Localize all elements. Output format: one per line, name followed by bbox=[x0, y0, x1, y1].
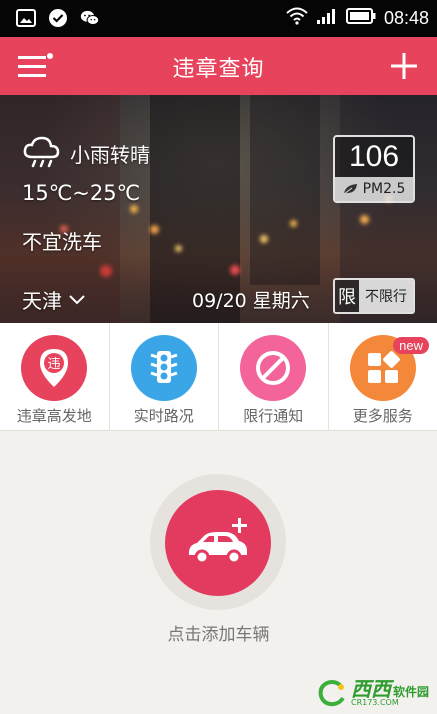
aqi-value: 106 bbox=[335, 137, 413, 177]
background-light bbox=[130, 205, 138, 213]
service-label: 更多服务 bbox=[352, 407, 413, 425]
clock: 08:48 bbox=[383, 8, 429, 28]
signal-icon bbox=[316, 7, 338, 29]
background-light bbox=[230, 265, 240, 275]
weather-condition-row: 小雨转晴 bbox=[22, 135, 150, 171]
weather-condition: 小雨转晴 bbox=[70, 142, 150, 167]
weather-panel: 小雨转晴 15℃~25℃ 不宜洗车 106 PM2.5 天津 09/20 星期六… bbox=[0, 95, 437, 323]
service-restriction-notice[interactable]: 限行通知 bbox=[219, 323, 329, 430]
watermark-main: 西西 bbox=[350, 677, 391, 701]
add-car-label: 点击添加车辆 bbox=[167, 625, 270, 645]
city-selector[interactable]: 天津 bbox=[22, 285, 86, 314]
background-building bbox=[250, 95, 320, 285]
add-button[interactable] bbox=[389, 51, 419, 81]
page-title: 违章查询 bbox=[172, 57, 265, 82]
city-name: 天津 bbox=[22, 289, 62, 313]
no-entry-icon bbox=[240, 335, 307, 401]
rain-cloud-icon bbox=[23, 136, 60, 168]
chevron-down-icon bbox=[69, 294, 85, 304]
background-light bbox=[290, 220, 297, 227]
background-light bbox=[175, 245, 182, 252]
service-realtime-traffic[interactable]: 实时路况 bbox=[110, 323, 219, 430]
date-label: 09/20 星期六 bbox=[192, 290, 310, 312]
watermark-text: 西西 软件园 CR173.COM bbox=[351, 679, 429, 707]
add-car-button[interactable] bbox=[165, 490, 271, 596]
limit-status: 不限行 bbox=[359, 280, 413, 312]
aqi-label-row: PM2.5 bbox=[335, 177, 413, 201]
background-light bbox=[100, 265, 112, 277]
service-label: 限行通知 bbox=[243, 407, 304, 425]
services-row: 违 违章高发地 实时路况 限行通知 new 更多服务 bbox=[0, 323, 437, 431]
background-light bbox=[360, 215, 369, 224]
background-light bbox=[150, 225, 159, 234]
service-more[interactable]: new 更多服务 bbox=[329, 323, 437, 430]
aqi-badge[interactable]: 106 PM2.5 bbox=[333, 135, 415, 203]
watermark-sub: CR173.COM bbox=[350, 698, 399, 707]
watermark: 西西 软件园 CR173.COM bbox=[317, 678, 429, 708]
aqi-label: PM2.5 bbox=[362, 181, 406, 197]
new-badge: new bbox=[393, 337, 429, 354]
car-plus-icon bbox=[188, 518, 247, 565]
temperature-range: 15℃~25℃ bbox=[22, 181, 141, 205]
background-light bbox=[260, 235, 268, 243]
service-label: 实时路况 bbox=[133, 407, 194, 425]
traffic-light-icon bbox=[130, 335, 197, 401]
leaf-icon bbox=[343, 184, 357, 195]
status-bar: 08:48 bbox=[0, 0, 437, 37]
watermark-logo-icon bbox=[318, 680, 345, 707]
app-bar: 违章查询 bbox=[0, 37, 437, 95]
service-label: 违章高发地 bbox=[16, 407, 92, 425]
plus-icon bbox=[391, 53, 417, 79]
service-violation-hotspots[interactable]: 违 违章高发地 bbox=[0, 323, 110, 430]
watermark-secondary: 软件园 bbox=[392, 685, 429, 699]
violation-location-icon: 违 bbox=[21, 335, 88, 401]
violation-glyph: 违 bbox=[48, 357, 61, 372]
car-wash-index: 不宜洗车 bbox=[22, 230, 102, 254]
limit-tag: 限 bbox=[335, 280, 359, 312]
image-icon bbox=[16, 8, 36, 28]
wifi-icon bbox=[286, 7, 308, 29]
battery-icon bbox=[345, 8, 376, 28]
wechat-icon bbox=[80, 8, 100, 28]
check-circle-icon bbox=[48, 8, 68, 28]
traffic-limit-badge[interactable]: 限 不限行 bbox=[333, 278, 415, 314]
